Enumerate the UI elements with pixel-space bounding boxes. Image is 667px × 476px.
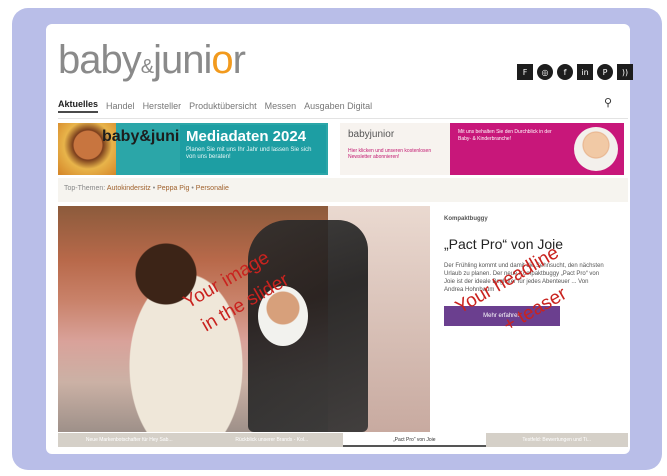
slider-tab-active[interactable]: „Pact Pro“ von Joie [343,433,486,447]
flipboard-icon[interactable]: F [517,64,533,80]
nav-item-ausgaben-digital[interactable]: Ausgaben Digital [304,101,372,111]
newsletter-banner-left: babyjunior Hier klicken und unseren kost… [340,123,450,175]
nav-item-produktuebersicht[interactable]: Produktübersicht [189,101,257,111]
linkedin-icon[interactable]: in [577,64,593,80]
teaser-headline[interactable]: „Pact Pro“ von Joie [444,236,620,252]
topic-link-autokindersitz[interactable]: Autokindersitz [107,185,151,192]
nav-item-hersteller[interactable]: Hersteller [143,101,182,111]
facebook-icon[interactable]: f [557,64,573,80]
slider-tab[interactable]: Testfeld: Bewertungen und Ti... [485,433,628,447]
social-icons: F ◎ f in P )) [517,64,633,80]
newsletter-banner[interactable]: babyjunior Hier klicken und unseren kost… [340,123,624,175]
topics-label: Top-Themen: [64,185,106,192]
banner-mediadaten-box: Mediadaten 2024 Planen Sie mit uns Ihr J… [180,125,326,173]
newsletter-banner-right: Mit uns behalten Sie den Durchblick in d… [450,123,624,175]
top-topics-bar: Top-Themen: Autokindersitz • Peppa Pig •… [58,178,628,202]
pinterest-icon[interactable]: P [597,64,613,80]
nav-item-messen[interactable]: Messen [265,101,297,111]
newsletter-baby-image [574,127,618,171]
nav-item-handel[interactable]: Handel [106,101,135,111]
hero-slider-image[interactable] [58,206,430,432]
banner-subtitle: Planen Sie mit uns Ihr Jahr und lassen S… [186,147,312,160]
newsletter-claim: Mit uns behalten Sie den Durchblick in d… [458,129,552,142]
rss-icon[interactable]: )) [617,64,633,80]
site-logo[interactable]: baby&junior [58,38,246,83]
slider-tab[interactable]: Rückblick unserer Brands - Kol... [200,433,343,447]
slider-tab[interactable]: Neue Markenbotschafter für Hey Sab... [58,433,201,447]
topic-link-personalie[interactable]: Personalie [196,185,229,192]
nav-divider [58,118,628,119]
newsletter-brand: babyjunior [348,129,395,140]
search-icon[interactable]: ⚲ [604,96,612,109]
mediadaten-banner[interactable]: baby&junior Mediadaten 2024 Planen Sie m… [58,123,328,175]
main-nav: Aktuelles Handel Hersteller Produktübers… [58,96,628,116]
topic-link-peppa-pig[interactable]: Peppa Pig [157,185,189,192]
nav-item-aktuelles[interactable]: Aktuelles [58,99,99,113]
instagram-icon[interactable]: ◎ [537,64,553,80]
newsletter-cta-text: Hier klicken und unseren kostenlosen New… [348,148,432,160]
banner-title: Mediadaten 2024 [186,128,307,145]
slider-tabs: Neue Markenbotschafter für Hey Sab... Rü… [58,433,628,447]
teaser-category: Kompaktbuggy [444,216,488,222]
